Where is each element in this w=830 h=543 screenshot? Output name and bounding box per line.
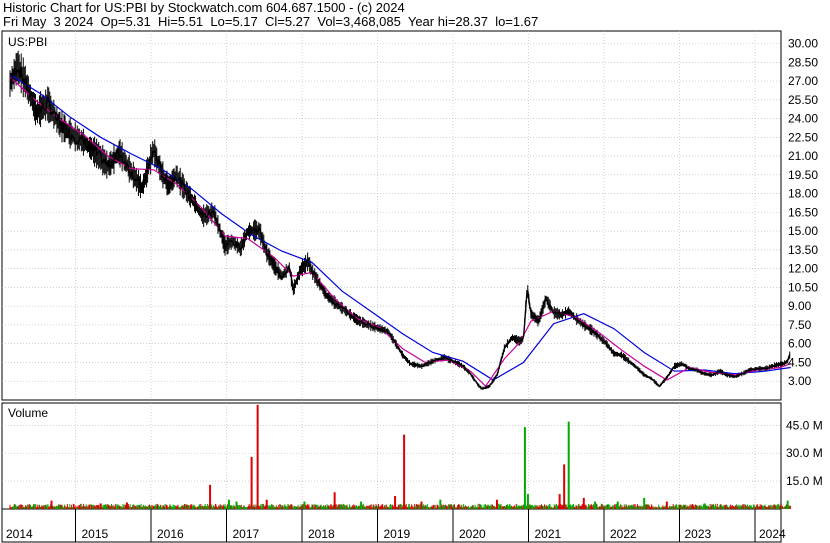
price-tick-label: 6.00 xyxy=(788,337,812,351)
year-tick-label: 2018 xyxy=(308,527,335,541)
time-axis: 2014 2015 2016 2017 2018 2019 2020 2021 2022 2023… xyxy=(6,509,786,542)
price-tick-label: 10.50 xyxy=(788,280,818,294)
year-tick-label: 2014 xyxy=(6,527,33,541)
price-tick-label: 15.00 xyxy=(788,224,818,238)
year-tick-label: 2022 xyxy=(610,527,637,541)
volume-axis: 15.0 M 30.0 M 45.0 M xyxy=(786,418,823,488)
year-tick-label: 2023 xyxy=(685,527,712,541)
price-panel-label: US:PBI xyxy=(8,35,47,49)
price-tick-label: 27.00 xyxy=(788,74,818,88)
price-tick-label: 24.00 xyxy=(788,112,818,126)
price-tick-label: 9.00 xyxy=(788,299,812,313)
price-tick-label: 4.50 xyxy=(788,355,812,369)
price-tick-label: 21.00 xyxy=(788,149,818,163)
long-moving-average-line xyxy=(9,74,791,381)
volume-tick-label: 45.0 M xyxy=(786,418,823,432)
price-axis: 3.00 4.50 6.00 7.50 9.00 10.50 12.00 13.50 15.00… xyxy=(788,37,818,389)
volume-tick-label: 30.0 M xyxy=(786,446,823,460)
price-bars xyxy=(9,50,791,391)
year-tick-label: 2024 xyxy=(759,527,786,541)
year-tick-label: 2019 xyxy=(384,527,411,541)
price-line xyxy=(9,66,791,390)
price-tick-label: 25.50 xyxy=(788,93,818,107)
volume-grid xyxy=(2,425,781,482)
price-panel-frame xyxy=(1,30,782,401)
price-tick-label: 19.50 xyxy=(788,168,818,182)
volume-tick-label: 15.0 M xyxy=(786,474,823,488)
short-moving-average-line xyxy=(9,76,791,388)
price-tick-label: 7.50 xyxy=(788,318,812,332)
price-tick-label: 12.00 xyxy=(788,262,818,276)
price-tick-label: 22.50 xyxy=(788,130,818,144)
volume-panel-frame xyxy=(1,402,782,510)
year-tick-label: 2017 xyxy=(233,527,260,541)
price-tick-label: 16.50 xyxy=(788,205,818,219)
price-tick-label: 13.50 xyxy=(788,243,818,257)
stock-chart: 3.00 4.50 6.00 7.50 9.00 10.50 12.00 13.50 15.00… xyxy=(1,30,823,543)
year-tick-label: 2020 xyxy=(459,527,486,541)
year-tick-label: 2016 xyxy=(157,527,184,541)
price-tick-label: 3.00 xyxy=(788,374,812,388)
volume-panel-label: Volume xyxy=(8,406,48,420)
price-tick-label: 30.00 xyxy=(788,37,818,51)
price-tick-label: 18.00 xyxy=(788,187,818,201)
year-tick-label: 2015 xyxy=(82,527,109,541)
price-grid xyxy=(2,31,781,509)
year-tick-label: 2021 xyxy=(535,527,562,541)
volume-bars xyxy=(9,404,791,509)
price-tick-label: 28.50 xyxy=(788,55,818,69)
